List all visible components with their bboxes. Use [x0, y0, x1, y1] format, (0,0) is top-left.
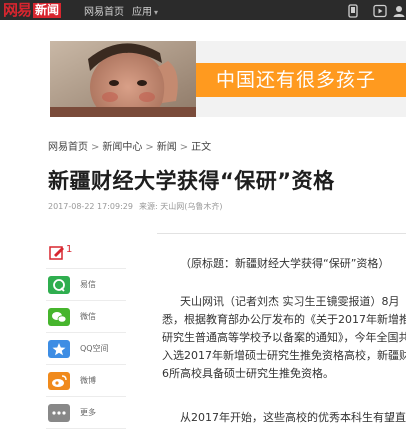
banner-headline: 中国还有很多孩子: [216, 69, 377, 91]
breadcrumb-separator: >: [145, 142, 154, 153]
paragraph-line: 悉，根据教育部办公厅发布的《关于2017年新增推荐: [162, 313, 406, 326]
share-qzone[interactable]: QQ空间: [46, 336, 126, 365]
logo-brand: 网易: [3, 1, 32, 19]
yixin-icon: [48, 276, 70, 294]
ad-banner[interactable]: 中国还有很多孩子: [50, 41, 406, 117]
chevron-down-icon: ▾: [154, 7, 159, 17]
breadcrumb-separator: >: [179, 142, 189, 153]
child-photo: [50, 41, 196, 117]
top-bar: 网易 新闻 网易首页 应用 ▾: [0, 0, 406, 20]
user-icon[interactable]: [392, 3, 406, 17]
share-label: 更多: [80, 408, 96, 417]
nav-apps[interactable]: 应用 ▾: [132, 3, 158, 18]
article-source[interactable]: 来源: 天山网(乌鲁木齐): [139, 202, 222, 211]
article-title: 新疆财经大学获得“保研”资格: [48, 169, 335, 193]
paragraph-line: 6所高校具备硕士研究生推免资格。: [162, 367, 334, 380]
original-title-line: （原标题：新疆财经大学获得“保研”资格）: [180, 257, 390, 270]
publish-date: 2017-08-22 17:09:29: [48, 202, 133, 211]
share-more[interactable]: 更多: [46, 400, 126, 429]
breadcrumb-body: 正文: [191, 142, 212, 153]
netease-news-logo[interactable]: 网易 新闻: [3, 1, 62, 19]
weibo-icon: [48, 372, 70, 390]
share-label: QQ空间: [80, 344, 109, 353]
share-weibo[interactable]: 微博: [46, 368, 126, 397]
top-nav: 网易首页 应用 ▾: [84, 0, 158, 20]
paragraph-line: 天山网讯（记者刘杰 实习生王镜雯报道）8月: [180, 295, 400, 308]
breadcrumb-separator: >: [91, 142, 100, 153]
breadcrumb-netease-home[interactable]: 网易首页: [48, 142, 88, 153]
comment-item[interactable]: 1: [46, 240, 126, 269]
share-label: 微博: [80, 376, 96, 385]
article-meta: 2017-08-22 17:09:29 来源: 天山网(乌鲁木齐): [48, 201, 222, 212]
more-icon: [48, 404, 70, 422]
phone-icon[interactable]: [346, 3, 360, 18]
share-wechat[interactable]: 微信: [46, 304, 126, 333]
paragraph-line: 入选2017年新增硕士研究生推免资格高校，新疆财经: [162, 349, 406, 362]
breadcrumb-news-center[interactable]: 新闻中心: [102, 142, 142, 153]
article-paragraph: 天山网讯（记者刘杰 实习生王镜雯报道）8月 悉，根据教育部办公厅发布的《关于20…: [162, 293, 406, 383]
divider: [157, 233, 406, 234]
play-icon[interactable]: [373, 3, 387, 18]
share-yixin[interactable]: 易信: [46, 272, 126, 301]
paragraph-line: 研究生普通高等学校予以备案的通知》，今年全国共: [162, 331, 406, 344]
qzone-icon: [48, 340, 70, 358]
comment-count: 1: [66, 244, 73, 255]
breadcrumb: 网易首页 > 新闻中心 > 新闻 > 正文: [48, 138, 211, 153]
breadcrumb-news[interactable]: 新闻: [157, 142, 177, 153]
nav-netease-home[interactable]: 网易首页: [84, 3, 124, 18]
paragraph-line: 从2017年开始，这些高校的优秀本科生有望直接: [180, 411, 406, 424]
nav-apps-label: 应用: [132, 6, 152, 18]
share-label: 易信: [80, 280, 96, 289]
wechat-icon: [48, 308, 70, 326]
share-label: 微信: [80, 312, 96, 321]
logo-channel: 新闻: [33, 2, 62, 18]
